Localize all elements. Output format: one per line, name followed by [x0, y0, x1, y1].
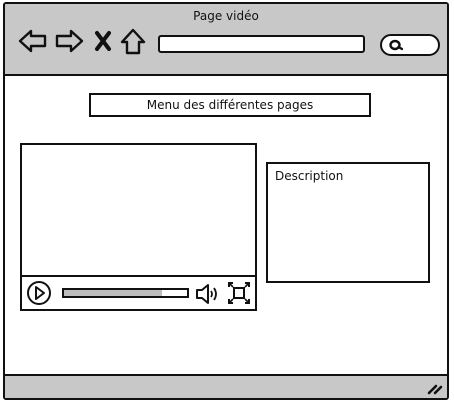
- description-label: Description: [275, 169, 344, 183]
- volume-icon[interactable]: [194, 282, 220, 306]
- browser-window: Page vidéo Menu des différentes pages De…: [3, 2, 449, 400]
- video-progress-bar[interactable]: [62, 288, 189, 298]
- search-icon: [389, 39, 403, 51]
- home-icon[interactable]: [120, 28, 146, 56]
- arrow-right-icon[interactable]: [54, 28, 84, 54]
- status-bar: [5, 374, 447, 398]
- pages-menu-label: Menu des différentes pages: [146, 98, 314, 112]
- arrow-left-icon[interactable]: [18, 28, 48, 54]
- close-icon[interactable]: [94, 30, 112, 52]
- play-icon[interactable]: [25, 280, 53, 306]
- video-player[interactable]: [20, 143, 257, 311]
- description-box: Description: [266, 162, 430, 283]
- fullscreen-icon[interactable]: [227, 281, 251, 305]
- pages-menu[interactable]: Menu des différentes pages: [89, 93, 371, 117]
- address-bar[interactable]: [158, 35, 365, 53]
- search-button[interactable]: [380, 34, 440, 56]
- video-controls: [22, 275, 255, 309]
- browser-toolbar: Page vidéo: [5, 4, 447, 76]
- resize-grip-icon[interactable]: [427, 381, 443, 395]
- window-title: Page vidéo: [193, 9, 259, 23]
- video-progress-fill: [64, 290, 163, 296]
